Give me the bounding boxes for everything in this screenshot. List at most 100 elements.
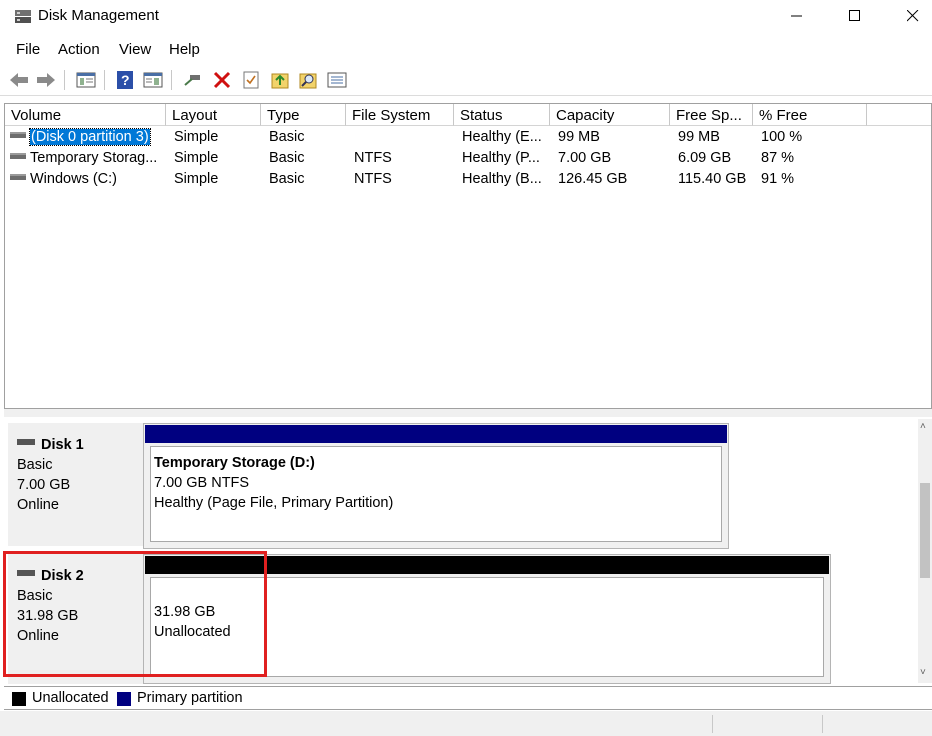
menu-action[interactable]: Action (58, 41, 100, 58)
delete-button[interactable] (211, 69, 233, 91)
console-tree-button[interactable] (75, 69, 97, 91)
disk-management-icon (15, 10, 31, 23)
column-header-capacity[interactable]: Capacity (550, 104, 670, 126)
status-separator (712, 715, 713, 733)
partition-title: Temporary Storage (D:) (154, 455, 315, 471)
unallocated-size: 31.98 GB (154, 604, 216, 620)
unallocated-bar (145, 556, 829, 574)
column-header-percent-free[interactable]: % Free (753, 104, 867, 126)
menu-file[interactable]: File (16, 41, 40, 58)
back-button[interactable] (8, 69, 30, 91)
volume-disk-icon (10, 132, 26, 139)
menu-help[interactable]: Help (169, 41, 200, 58)
percent-free-cell: 100 % (761, 129, 803, 145)
volume-list[interactable]: Volume Layout Type File System Status Ca… (4, 103, 932, 409)
volume-cell: Windows (C:) (10, 171, 117, 187)
legend: Unallocated Primary partition (4, 686, 932, 710)
disk-2-label[interactable]: Disk 2 Basic 31.98 GB Online (8, 554, 144, 684)
toolbar-separator (171, 70, 172, 90)
menu-bar: File Action View Help (0, 38, 932, 62)
details-button[interactable] (142, 69, 164, 91)
column-header-free-space[interactable]: Free Sp... (670, 104, 753, 126)
column-header-volume[interactable]: Volume (5, 104, 166, 126)
import-button[interactable] (269, 69, 291, 91)
pane-splitter[interactable] (4, 409, 932, 417)
connect-icon (184, 75, 200, 86)
scroll-down-icon[interactable]: ˅ (920, 667, 926, 678)
forward-arrow-icon (37, 73, 55, 87)
table-row[interactable]: Temporary Storag... Simple Basic NTFS He… (5, 149, 931, 170)
table-row[interactable]: (Disk 0 partition 3) Simple Basic Health… (5, 128, 931, 149)
partition-temporary-storage[interactable]: Temporary Storage (D:) 7.00 GB NTFS Heal… (143, 423, 729, 549)
free-space-cell: 115.40 GB (678, 171, 747, 187)
volume-disk-icon (10, 153, 26, 160)
percent-free-cell: 87 % (761, 150, 795, 166)
table-row[interactable]: Windows (C:) Simple Basic NTFS Healthy (… (5, 170, 931, 191)
partition-details: Temporary Storage (D:) 7.00 GB NTFS Heal… (150, 446, 722, 542)
percent-free-cell: 91 % (761, 171, 795, 187)
properties-button[interactable] (240, 69, 262, 91)
disk-1-label[interactable]: Disk 1 Basic 7.00 GB Online (8, 423, 144, 546)
capacity-cell: 7.00 GB (558, 150, 612, 166)
legend-label-primary: Primary partition (137, 690, 243, 706)
maximize-button[interactable] (826, 0, 884, 32)
graphical-view-scrollbar[interactable]: ˄ ˅ (918, 419, 932, 683)
layout-cell: Simple (174, 171, 219, 187)
scroll-thumb[interactable] (920, 483, 930, 578)
column-header-type[interactable]: Type (261, 104, 346, 126)
disk-icon (17, 439, 35, 446)
column-header-filler (867, 104, 931, 126)
legend-swatch-primary (117, 692, 131, 706)
free-space-cell: 99 MB (678, 129, 720, 145)
type-cell: Basic (269, 150, 305, 166)
help-button[interactable]: ? (114, 69, 136, 91)
file-system-cell: NTFS (354, 150, 392, 166)
disk-state: Online (17, 628, 59, 644)
type-cell: Basic (269, 129, 305, 145)
column-header-file-system[interactable]: File System (346, 104, 454, 126)
connect-button[interactable] (182, 69, 204, 91)
details-icon (143, 72, 163, 88)
layout-cell: Simple (174, 129, 219, 145)
partition-size-fs: 7.00 GB NTFS (154, 475, 250, 491)
status-separator (822, 715, 823, 733)
partition-unallocated[interactable]: 31.98 GB Unallocated (143, 554, 831, 684)
column-header-layout[interactable]: Layout (166, 104, 261, 126)
free-space-cell: 6.09 GB (678, 150, 732, 166)
minimize-button[interactable] (768, 0, 826, 32)
maximize-icon (849, 10, 860, 21)
toolbar-separator (104, 70, 105, 90)
volume-disk-icon (10, 174, 26, 181)
list-view-button[interactable] (326, 69, 348, 91)
close-icon (907, 10, 919, 22)
minimize-icon (791, 15, 802, 17)
svg-text:?: ? (121, 72, 130, 88)
disk-size: 7.00 GB (17, 477, 71, 493)
console-tree-icon (76, 72, 96, 88)
graphical-disk-view: Disk 1 Basic 7.00 GB Online Temporary St… (4, 417, 932, 685)
forward-button[interactable] (35, 69, 57, 91)
back-arrow-icon (10, 73, 28, 87)
status-cell: Healthy (E... (462, 129, 542, 145)
capacity-cell: 99 MB (558, 129, 600, 145)
close-button[interactable] (884, 0, 932, 32)
unallocated-status: Unallocated (154, 624, 231, 640)
disk-state: Online (17, 497, 59, 513)
title-bar: Disk Management (0, 0, 932, 34)
disk-type: Basic (17, 457, 53, 473)
capacity-cell: 126.45 GB (558, 171, 628, 187)
disk-size: 31.98 GB (17, 608, 79, 624)
search-button[interactable] (297, 69, 319, 91)
legend-swatch-unallocated (12, 692, 26, 706)
column-header-status[interactable]: Status (454, 104, 550, 126)
volume-cell: (Disk 0 partition 3) (10, 128, 151, 146)
toolbar-separator (64, 70, 65, 90)
disk-icon (17, 570, 35, 577)
legend-label-unallocated: Unallocated (32, 690, 109, 706)
scroll-up-icon[interactable]: ˄ (920, 421, 926, 432)
menu-view[interactable]: View (119, 41, 151, 58)
search-icon (299, 73, 317, 89)
primary-partition-bar (145, 425, 727, 443)
properties-icon (243, 71, 259, 89)
disk-name: Disk 1 (41, 437, 84, 453)
